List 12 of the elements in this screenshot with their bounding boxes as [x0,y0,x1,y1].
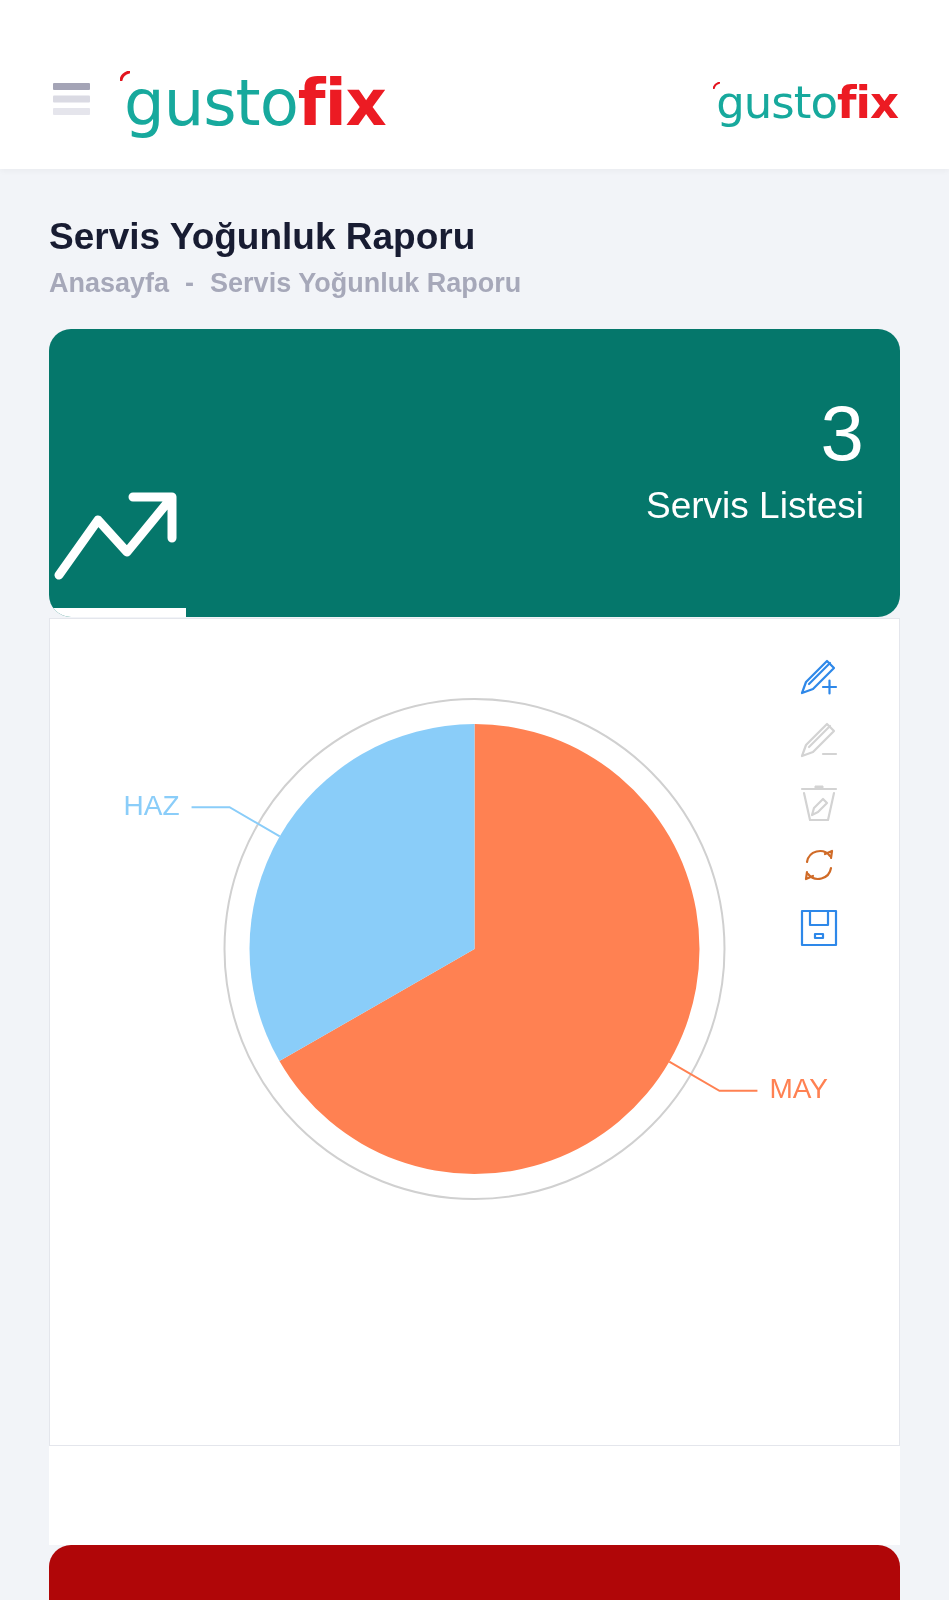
accent-icon [120,70,130,81]
save-icon[interactable] [799,908,839,948]
menu-icon[interactable] [53,82,90,115]
trend-up-icon [54,492,178,580]
page-title: Servis Yoğunluk Raporu [49,215,477,259]
breadcrumb-current: Servis Yoğunluk Raporu [210,268,522,299]
slice-label: MAY [769,1073,829,1105]
brand-logo[interactable]: gustofix [716,80,898,125]
stat-label: Servis Listesi [646,485,864,527]
stat-value: 3 [820,393,864,473]
breadcrumb-separator: - [185,268,195,299]
slice-label: HAZ [123,789,180,821]
